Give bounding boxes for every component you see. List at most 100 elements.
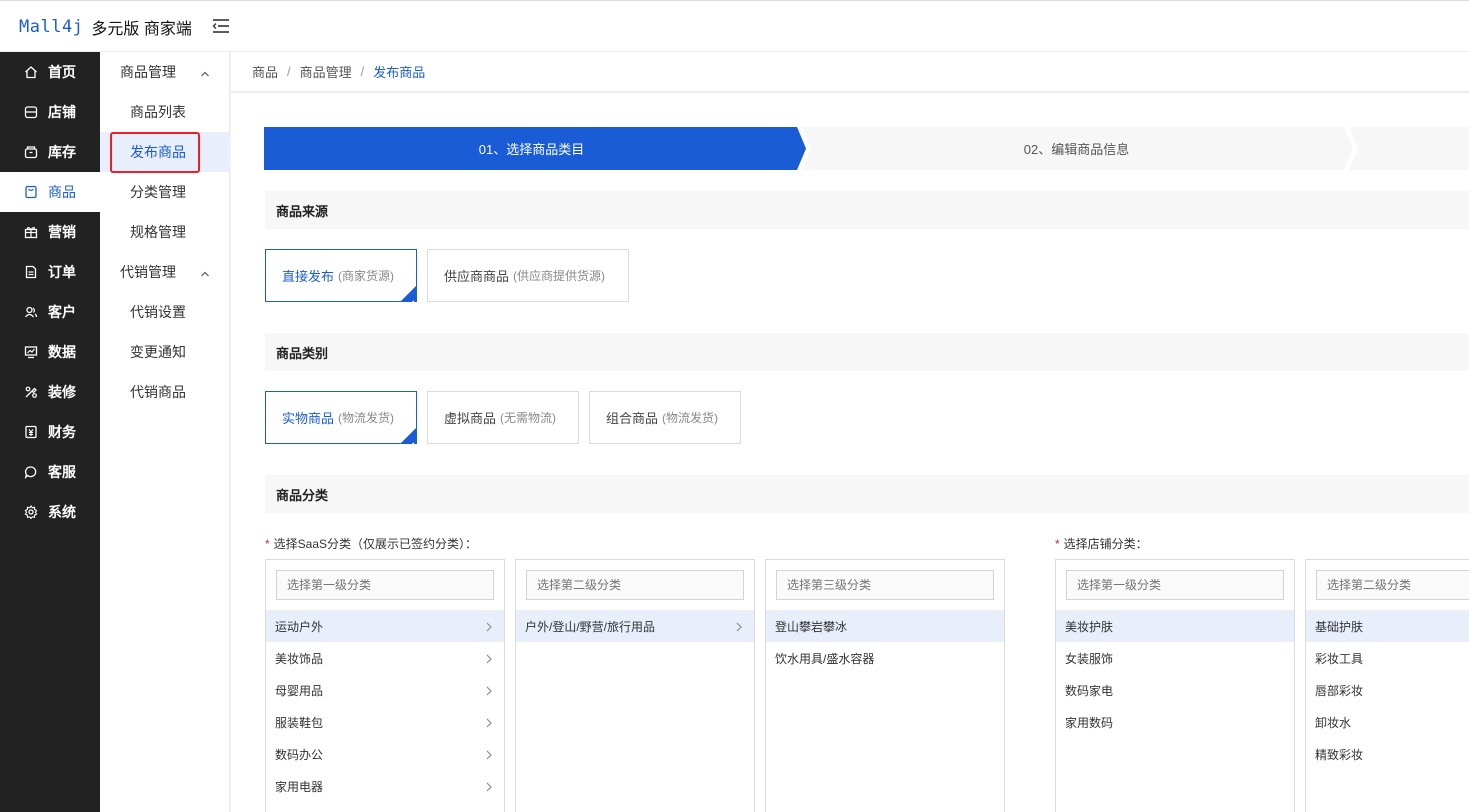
category-row[interactable]: 家用数码 — [1056, 706, 1294, 738]
breadcrumb-separator: / — [287, 64, 291, 79]
breadcrumb-item[interactable]: 商品 — [252, 62, 278, 81]
required-mark: * — [1055, 537, 1060, 551]
option-virtual-product[interactable]: 虚拟商品 (无需物流) — [427, 391, 579, 444]
shop-icon — [24, 105, 38, 119]
category-row[interactable]: 数码家电 — [1056, 674, 1294, 706]
check-icon — [406, 294, 415, 306]
data-icon — [24, 345, 38, 359]
category-row-label: 卸妆水 — [1315, 715, 1352, 730]
menu-collapse-icon[interactable] — [212, 18, 230, 34]
shop-level1-search-input[interactable] — [1066, 570, 1284, 600]
submenu-group-product-management[interactable]: 商品管理 — [100, 52, 230, 92]
option-direct-publish[interactable]: 直接发布 (商家货源) — [265, 249, 417, 306]
category-row-label: 登山攀岩攀冰 — [775, 619, 848, 634]
option-label: 虚拟商品 — [444, 411, 497, 426]
saas-category-level1-panel: 运动户外 美妆饰品 母婴用品 服装鞋包 数码办公 家用电器 — [265, 559, 505, 812]
sidebar-item-product[interactable]: 商品 — [0, 172, 100, 212]
saas-level1-search-input[interactable] — [276, 570, 494, 600]
saas-category-label: * 选择SaaS分类（仅展示已签约分类）： — [265, 535, 477, 552]
category-row[interactable]: 唇部彩妆 — [1306, 674, 1469, 706]
category-row-label: 运动户外 — [275, 619, 324, 634]
category-row[interactable]: 户外/登山/野营/旅行用品 — [516, 610, 754, 642]
sidebar-item-label: 财务 — [48, 424, 76, 440]
option-hint: (供应商提供货源) — [513, 269, 606, 283]
category-row-label: 唇部彩妆 — [1315, 683, 1364, 698]
category-row[interactable]: 精致彩妆 — [1306, 738, 1469, 770]
saas-level2-search-input[interactable] — [526, 570, 744, 600]
option-combo-product[interactable]: 组合商品 (物流发货) — [589, 391, 741, 444]
highlight-annotation-box — [110, 132, 200, 173]
shop-category-label-text: 选择店铺分类： — [1063, 537, 1148, 551]
inventory-icon — [24, 145, 38, 159]
sidebar-item-marketing[interactable]: 营销 — [0, 212, 100, 252]
category-row-label: 女装服饰 — [1065, 651, 1114, 666]
step-2-label: 02、编辑商品信息 — [1023, 142, 1130, 157]
logo[interactable]: Mall4j 多元版 商家端 — [19, 15, 192, 39]
sidebar-item-home[interactable]: 首页 — [0, 52, 100, 92]
submenu-group-consignment[interactable]: 代销管理 — [100, 252, 230, 292]
category-row-label: 家用电器 — [275, 779, 324, 794]
submenu-item-product-list[interactable]: 商品列表 — [100, 92, 230, 132]
step-progress: 01、选择商品类目 02、编辑商品信息 — [264, 127, 1469, 170]
category-row-label: 数码家电 — [1065, 683, 1114, 698]
sidebar-item-service[interactable]: 客服 — [0, 452, 100, 492]
category-row-label: 饮水用具/盛水容器 — [775, 651, 875, 666]
submenu-item-change-notice[interactable]: 变更通知 — [100, 332, 230, 372]
sidebar-item-shop[interactable]: 店铺 — [0, 92, 100, 132]
sidebar-item-decorate[interactable]: 装修 — [0, 372, 100, 412]
sidebar-item-label: 店铺 — [48, 104, 76, 120]
category-row[interactable]: 母婴用品 — [266, 674, 504, 706]
sidebar-item-customer[interactable]: 客户 — [0, 292, 100, 332]
category-row[interactable]: 数码办公 — [266, 738, 504, 770]
category-row-label: 美妆饰品 — [275, 651, 324, 666]
saas-level3-search-input[interactable] — [776, 570, 994, 600]
option-supplier-product[interactable]: 供应商商品 (供应商提供货源) — [427, 249, 629, 302]
category-row-label: 彩妆工具 — [1315, 651, 1364, 666]
category-row[interactable]: 美妆饰品 — [266, 642, 504, 674]
option-label: 实物商品 — [282, 411, 335, 426]
category-row[interactable]: 女装服饰 — [1056, 642, 1294, 674]
chevron-right-icon — [486, 621, 492, 632]
category-row[interactable]: 运动户外 — [266, 610, 504, 642]
chevron-up-icon — [200, 66, 210, 77]
shop-category-level2-panel: 基础护肤 彩妆工具 唇部彩妆 卸妆水 精致彩妆 — [1305, 559, 1469, 812]
chevron-up-icon — [200, 266, 210, 277]
shop-level2-search-input[interactable] — [1316, 570, 1469, 600]
saas-category-level2-panel: 户外/登山/野营/旅行用品 — [515, 559, 755, 812]
option-hint: (物流发货) — [338, 411, 395, 425]
sidebar-item-system[interactable]: 系统 — [0, 492, 100, 532]
category-row[interactable]: 彩妆工具 — [1306, 642, 1469, 674]
submenu-item-consignment-products[interactable]: 代销商品 — [100, 372, 230, 412]
sidebar-item-label: 订单 — [48, 264, 76, 280]
sidebar-item-label: 客服 — [48, 464, 76, 480]
chevron-right-icon — [486, 749, 492, 760]
category-row[interactable]: 登山攀岩攀冰 — [766, 610, 1004, 642]
submenu-item-consignment-settings[interactable]: 代销设置 — [100, 292, 230, 332]
category-row[interactable]: 卸妆水 — [1306, 706, 1469, 738]
logo-mark: Mall4j — [19, 17, 84, 37]
option-physical-product[interactable]: 实物商品 (物流发货) — [265, 391, 417, 448]
category-row[interactable]: 家用电器 — [266, 770, 504, 802]
category-row[interactable]: 美妆护肤 — [1056, 610, 1294, 642]
option-hint: (物流发货) — [662, 411, 719, 425]
breadcrumb-item[interactable]: 商品管理 — [300, 62, 352, 81]
option-label: 组合商品 — [606, 411, 659, 426]
breadcrumb-current: 发布商品 — [373, 65, 426, 80]
sidebar-item-data[interactable]: 数据 — [0, 332, 100, 372]
settings-icon — [24, 505, 38, 519]
chevron-right-icon — [486, 717, 492, 728]
submenu-item-spec-management[interactable]: 规格管理 — [100, 212, 230, 252]
option-hint: (商家货源) — [338, 269, 395, 283]
option-label: 直接发布 — [282, 269, 335, 284]
submenu-item-category-management[interactable]: 分类管理 — [100, 172, 230, 212]
finance-icon — [24, 425, 38, 439]
category-row[interactable]: 基础护肤 — [1306, 610, 1469, 642]
chat-icon — [24, 465, 38, 479]
product-icon — [24, 185, 38, 199]
category-row[interactable]: 饮水用具/盛水容器 — [766, 642, 1004, 674]
sidebar-item-finance[interactable]: 财务 — [0, 412, 100, 452]
sidebar-item-inventory[interactable]: 库存 — [0, 132, 100, 172]
category-row[interactable]: 服装鞋包 — [266, 706, 504, 738]
sidebar-item-order[interactable]: 订单 — [0, 252, 100, 292]
sidebar-item-label: 营销 — [48, 224, 76, 240]
